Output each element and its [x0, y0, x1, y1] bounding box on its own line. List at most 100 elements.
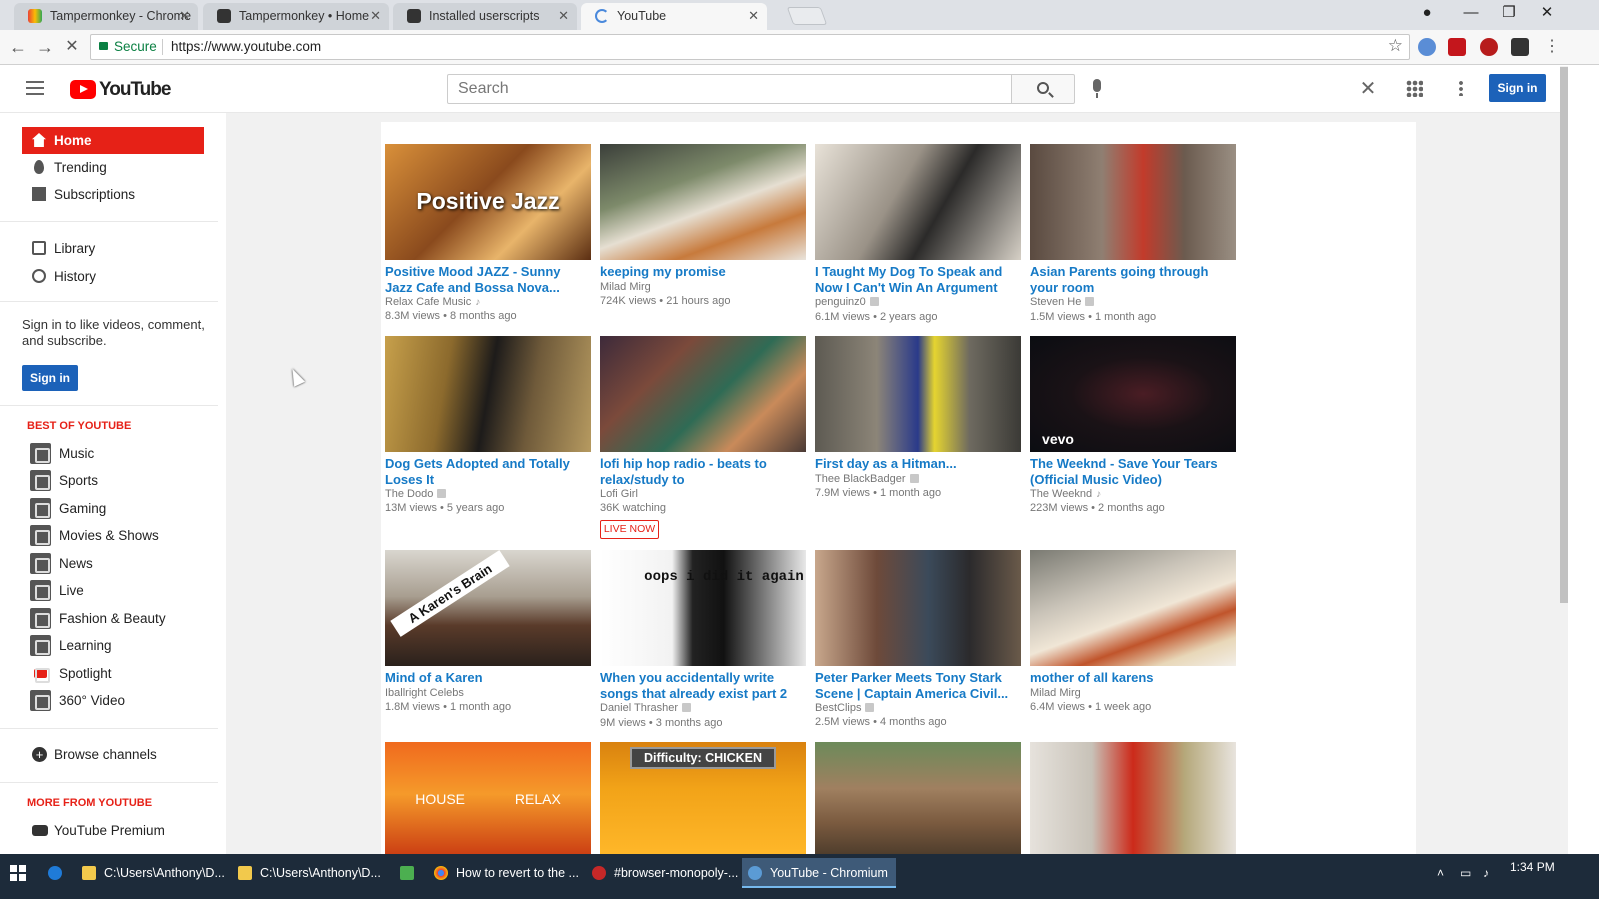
guide-item-home[interactable]: Home — [22, 127, 204, 154]
video-thumbnail[interactable] — [815, 336, 1021, 452]
video-title[interactable]: I Taught My Dog To Speak and Now I Can't… — [815, 264, 1021, 295]
video-title[interactable]: lofi hip hop radio - beats to relax/stud… — [600, 456, 806, 487]
network-icon[interactable]: ▭ — [1460, 866, 1471, 880]
guide-item-library[interactable]: Library — [22, 235, 204, 262]
app-icon[interactable] — [392, 858, 422, 888]
guide-item-history[interactable]: History — [22, 263, 204, 290]
browser-tab[interactable]: Installed userscripts ✕ — [393, 3, 577, 30]
guide-item-fashion-beauty[interactable]: Fashion & Beauty — [22, 605, 204, 632]
back-arrow-icon[interactable]: ← — [6, 35, 30, 59]
browser-tab-active[interactable]: YouTube ✕ — [581, 3, 767, 30]
guide-sign-in-button[interactable]: Sign in — [22, 365, 78, 391]
microphone-icon[interactable] — [1091, 79, 1103, 99]
guide-item-music[interactable]: Music — [22, 440, 204, 467]
scrollbar-thumb[interactable] — [1560, 67, 1568, 603]
video-title[interactable]: When you accidentally write songs that a… — [600, 670, 806, 701]
guide-item-subscriptions[interactable]: Subscriptions — [22, 181, 204, 208]
channel-name[interactable]: Thee BlackBadger — [815, 473, 906, 485]
hamburger-menu-icon[interactable] — [26, 81, 44, 95]
url-text[interactable]: https://www.youtube.com — [171, 39, 321, 54]
taskbar-item-chrome[interactable]: How to revert to the ... — [428, 858, 580, 888]
taskbar-item-explorer[interactable]: C:\Users\Anthony\D... — [76, 858, 228, 888]
guide-item-spotlight[interactable]: Spotlight — [22, 660, 204, 687]
channel-name[interactable]: Relax Cafe Music — [385, 296, 471, 308]
window-close-icon[interactable]: ✕ — [1528, 0, 1566, 28]
channel-name[interactable]: Steven He — [1030, 296, 1081, 308]
guide-item-live[interactable]: Live — [22, 577, 204, 604]
guide-item-learning[interactable]: Learning — [22, 632, 204, 659]
video-thumbnail[interactable] — [600, 144, 806, 260]
video-thumbnail[interactable]: HOUSE RELAX — [385, 742, 591, 854]
channel-name[interactable]: BestClips — [815, 702, 861, 714]
guide-item-sports[interactable]: Sports — [22, 467, 204, 494]
restore-icon[interactable]: ❐ — [1490, 0, 1528, 28]
taskbar-item-explorer[interactable]: C:\Users\Anthony\D... — [232, 858, 384, 888]
channel-name[interactable]: The Dodo — [385, 488, 433, 500]
stop-loading-icon[interactable]: ✕ — [60, 35, 84, 59]
video-title[interactable]: keeping my promise — [600, 264, 806, 280]
chevron-up-icon[interactable]: ˄ — [1437, 866, 1444, 880]
channel-name[interactable]: Lofi Girl — [600, 487, 806, 501]
forward-arrow-icon[interactable]: → — [33, 35, 57, 59]
apps-grid-icon[interactable] — [1406, 80, 1423, 97]
guide-item-youtube-premium[interactable]: YouTube Premium — [22, 817, 204, 844]
creator-tools-icon[interactable]: ✕ — [1355, 77, 1381, 101]
video-title[interactable]: Positive Mood JAZZ - Sunny Jazz Cafe and… — [385, 264, 591, 295]
channel-name[interactable]: penguinz0 — [815, 296, 866, 308]
close-icon[interactable]: ✕ — [179, 3, 190, 29]
video-thumbnail[interactable]: Positive Jazz — [385, 144, 591, 260]
edge-icon[interactable] — [40, 858, 70, 888]
guide-item-browse-channels[interactable]: + Browse channels — [22, 741, 204, 768]
video-thumbnail[interactable] — [1030, 550, 1236, 666]
guide-item-gaming[interactable]: Gaming — [22, 495, 204, 522]
browser-tab[interactable]: Tampermonkey - Chrome ✕ — [14, 3, 198, 30]
video-title[interactable]: The Weeknd - Save Your Tears (Official M… — [1030, 456, 1236, 487]
video-title[interactable]: Mind of a Karen — [385, 670, 591, 686]
search-input[interactable] — [447, 74, 1012, 104]
search-button[interactable] — [1011, 74, 1075, 104]
video-thumbnail[interactable]: Difficulty: CHICKEN — [600, 742, 806, 854]
security-indicator[interactable]: Secure — [99, 39, 157, 54]
volume-icon[interactable]: ♪ — [1483, 866, 1489, 880]
video-thumbnail[interactable] — [600, 336, 806, 452]
sign-in-button[interactable]: Sign in — [1489, 74, 1546, 102]
bookmark-star-icon[interactable]: ☆ — [1388, 36, 1403, 56]
video-thumbnail[interactable] — [815, 742, 1021, 854]
minimize-icon[interactable]: — — [1452, 0, 1490, 28]
close-icon[interactable]: ✕ — [370, 3, 381, 29]
video-title[interactable]: mother of all karens — [1030, 670, 1236, 686]
video-thumbnail[interactable] — [385, 336, 591, 452]
channel-name[interactable]: Milad Mirg — [600, 280, 806, 294]
video-title[interactable]: Asian Parents going through your room — [1030, 264, 1236, 295]
video-thumbnail[interactable]: oops i did it again — [600, 550, 806, 666]
new-tab-button[interactable] — [786, 7, 828, 25]
channel-name[interactable]: Milad Mirg — [1030, 686, 1236, 700]
settings-menu-icon[interactable] — [1459, 80, 1463, 96]
close-icon[interactable]: ✕ — [558, 3, 569, 29]
extension-icon[interactable] — [1480, 38, 1498, 56]
channel-name[interactable]: The Weeknd — [1030, 488, 1092, 500]
tampermonkey-icon[interactable] — [1511, 38, 1529, 56]
ublock-icon[interactable] — [1448, 38, 1466, 56]
taskbar-clock[interactable]: 1:34 PM — [1510, 860, 1555, 874]
video-thumbnail[interactable] — [815, 144, 1021, 260]
taskbar-item-chromium[interactable]: YouTube - Chromium — [742, 858, 896, 888]
chrome-menu-icon[interactable]: ⋮ — [1540, 35, 1564, 59]
video-thumbnail[interactable] — [1030, 742, 1236, 854]
video-thumbnail[interactable] — [1030, 144, 1236, 260]
guide-item-360-video[interactable]: 360° Video — [22, 687, 204, 714]
profile-icon[interactable]: ● — [1408, 0, 1446, 28]
channel-name[interactable]: Daniel Thrasher — [600, 702, 678, 714]
browser-tab[interactable]: Tampermonkey • Home ✕ — [203, 3, 389, 30]
taskbar-item-discord[interactable]: #browser-monopoly-... — [586, 858, 738, 888]
address-bar[interactable]: Secure https://www.youtube.com ☆ — [90, 34, 1410, 60]
video-thumbnail[interactable]: vevo — [1030, 336, 1236, 452]
video-thumbnail[interactable] — [815, 550, 1021, 666]
windows-start-icon[interactable] — [10, 865, 26, 881]
video-title[interactable]: Peter Parker Meets Tony Stark Scene | Ca… — [815, 670, 1021, 701]
guide-item-news[interactable]: News — [22, 550, 204, 577]
video-thumbnail[interactable]: A Karen's Brain — [385, 550, 591, 666]
video-title[interactable]: First day as a Hitman... — [815, 456, 1021, 472]
extension-icon[interactable] — [1418, 38, 1436, 56]
channel-name[interactable]: Iballright Celebs — [385, 686, 591, 700]
